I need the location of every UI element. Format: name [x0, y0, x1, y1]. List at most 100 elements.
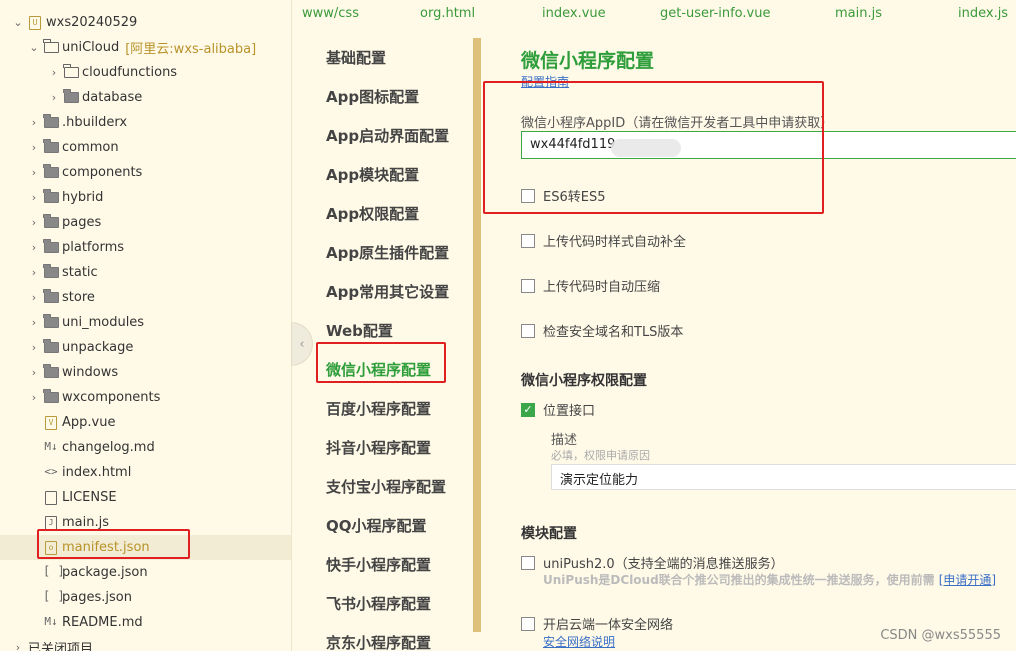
chevron-down-icon[interactable]: ⌄ — [28, 41, 40, 54]
nav-alipay-mp[interactable]: 支付宝小程序配置 — [326, 476, 446, 497]
config-guide-link[interactable]: 配置指南 — [521, 73, 569, 90]
tree-item-pages-json[interactable]: [ ] pages.json — [0, 585, 291, 610]
nav-app-permissions[interactable]: App权限配置 — [326, 203, 419, 224]
tree-item-main-js[interactable]: J main.js — [0, 510, 291, 535]
secure-network-link[interactable]: 安全网络说明 — [543, 633, 615, 650]
apply-link[interactable]: [申请开通] — [939, 573, 996, 587]
nav-app-native-plugins[interactable]: App原生插件配置 — [326, 242, 449, 263]
chevron-right-icon[interactable]: › — [28, 241, 40, 254]
chevron-right-icon[interactable]: › — [28, 391, 40, 404]
nav-baidu-mp[interactable]: 百度小程序配置 — [326, 398, 431, 419]
tree-item-pages[interactable]: › pages — [0, 210, 291, 235]
desc-input[interactable]: 演示定位能力 — [551, 464, 1016, 490]
tab-www-css[interactable]: www/css — [302, 6, 359, 21]
tree-item-manifest-json[interactable]: o manifest.json — [0, 535, 291, 560]
tree-item-cloudfunctions[interactable]: › cloudfunctions — [0, 60, 291, 85]
chevron-right-icon[interactable]: › — [48, 91, 60, 104]
tree-item-changelog[interactable]: M↓ changelog.md — [0, 435, 291, 460]
tree-item-label: manifest.json — [62, 540, 150, 555]
tree-item-uni-modules[interactable]: › uni_modules — [0, 310, 291, 335]
es6-checkbox[interactable]: ES6转ES5 — [521, 186, 605, 205]
tree-item-store[interactable]: › store — [0, 285, 291, 310]
chevron-down-icon[interactable]: ⌄ — [12, 16, 24, 29]
tree-item-label: windows — [62, 365, 119, 380]
folder-icon — [40, 214, 62, 228]
tree-item-closed-projects[interactable]: › 已关闭项目 — [0, 635, 291, 651]
folder-icon — [40, 114, 62, 128]
chevron-right-icon[interactable]: › — [28, 316, 40, 329]
nav-web[interactable]: Web配置 — [326, 320, 393, 341]
tree-item-wxcomponents[interactable]: › wxcomponents — [0, 385, 291, 410]
tree-item-windows[interactable]: › windows — [0, 360, 291, 385]
nav-jd-mp[interactable]: 京东小程序配置 — [326, 632, 431, 651]
tree-item-index-html[interactable]: <> index.html — [0, 460, 291, 485]
chevron-right-icon[interactable]: › — [28, 266, 40, 279]
nav-douyin-mp[interactable]: 抖音小程序配置 — [326, 437, 431, 458]
appid-input[interactable]: wx44f4fd119 — [521, 131, 1016, 159]
check-domain-checkbox[interactable]: 检查安全域名和TLS版本 — [521, 321, 683, 340]
minify-checkbox[interactable]: 上传代码时自动压缩 — [521, 276, 660, 295]
tree-item-common[interactable]: › common — [0, 135, 291, 160]
nav-kuaishou-mp[interactable]: 快手小程序配置 — [326, 554, 431, 575]
secure-network-checkbox[interactable]: 开启云端一体安全网络 — [521, 614, 673, 633]
tab-main-js[interactable]: main.js — [835, 6, 882, 21]
check-icon[interactable]: ✓ — [521, 402, 535, 417]
nav-app-icon[interactable]: App图标配置 — [326, 86, 419, 107]
tab-index-js[interactable]: index.js — [958, 6, 1008, 21]
chevron-right-icon[interactable]: › — [28, 366, 40, 379]
chevron-right-icon[interactable]: › — [48, 66, 60, 79]
tree-item-unpackage[interactable]: › unpackage — [0, 335, 291, 360]
tab-org-html[interactable]: org.html — [420, 6, 475, 21]
folder-icon — [40, 264, 62, 278]
tab-index-vue[interactable]: index.vue — [542, 6, 606, 21]
nav-basic[interactable]: 基础配置 — [326, 47, 386, 68]
chevron-right-icon[interactable]: › — [12, 641, 24, 651]
folder-icon — [40, 289, 62, 303]
checkbox-box[interactable] — [521, 278, 535, 293]
tree-item-label: database — [82, 90, 143, 105]
tree-item-unicloud[interactable]: ⌄ uniCloud [阿里云:wxs-alibaba] — [0, 35, 291, 60]
tree-item-hybrid[interactable]: › hybrid — [0, 185, 291, 210]
folder-icon — [40, 339, 62, 353]
nav-feishu-mp[interactable]: 飞书小程序配置 — [326, 593, 431, 614]
tree-item-app-vue[interactable]: V App.vue — [0, 410, 291, 435]
chevron-right-icon[interactable]: › — [28, 191, 40, 204]
tree-item-components[interactable]: › components — [0, 160, 291, 185]
nav-app-modules[interactable]: App模块配置 — [326, 164, 419, 185]
tree-item-readme[interactable]: M↓ README.md — [0, 610, 291, 635]
location-checkbox[interactable]: ✓ 位置接口 — [521, 400, 595, 419]
tab-get-user-info-vue[interactable]: get-user-info.vue — [660, 6, 770, 21]
nav-app-other[interactable]: App常用其它设置 — [326, 281, 449, 302]
chevron-right-icon[interactable]: › — [28, 291, 40, 304]
checkbox-box[interactable] — [521, 616, 535, 631]
tree-item-license[interactable]: LICENSE — [0, 485, 291, 510]
checkbox-label: 上传代码时自动压缩 — [543, 280, 661, 295]
chevron-right-icon[interactable]: › — [28, 341, 40, 354]
tree-root[interactable]: ⌄ U wxs20240529 — [0, 10, 291, 35]
chevron-left-icon: ‹ — [299, 336, 305, 352]
tree-item-label: common — [62, 140, 119, 155]
tree-item-label: cloudfunctions — [82, 65, 178, 80]
checkbox-box[interactable] — [521, 233, 535, 248]
chevron-right-icon[interactable]: › — [28, 141, 40, 154]
tree-item-platforms[interactable]: › platforms — [0, 235, 291, 260]
tree-item-database[interactable]: › database — [0, 85, 291, 110]
chevron-right-icon[interactable]: › — [28, 216, 40, 229]
folder-icon — [40, 139, 62, 153]
nav-weixin-mp[interactable]: 微信小程序配置 — [326, 359, 431, 380]
unipush-checkbox[interactable]: uniPush2.0（支持全端的消息推送服务） — [521, 553, 784, 572]
chevron-right-icon[interactable]: › — [28, 116, 40, 129]
chevron-right-icon[interactable]: › — [28, 166, 40, 179]
tree-item-package-json[interactable]: [ ] package.json — [0, 560, 291, 585]
checkbox-box[interactable] — [521, 188, 535, 203]
collapse-sidebar-button[interactable]: ‹ — [291, 322, 313, 366]
redacted-blur — [611, 139, 681, 157]
page-title: 微信小程序配置 — [521, 50, 655, 72]
checkbox-box[interactable] — [521, 323, 535, 338]
nav-qq-mp[interactable]: QQ小程序配置 — [326, 515, 427, 536]
tree-item-static[interactable]: › static — [0, 260, 291, 285]
tree-item-hbuilderx[interactable]: › .hbuilderx — [0, 110, 291, 135]
autoprefix-checkbox[interactable]: 上传代码时样式自动补全 — [521, 231, 686, 250]
checkbox-box[interactable] — [521, 555, 535, 570]
nav-app-splash[interactable]: App启动界面配置 — [326, 125, 449, 146]
